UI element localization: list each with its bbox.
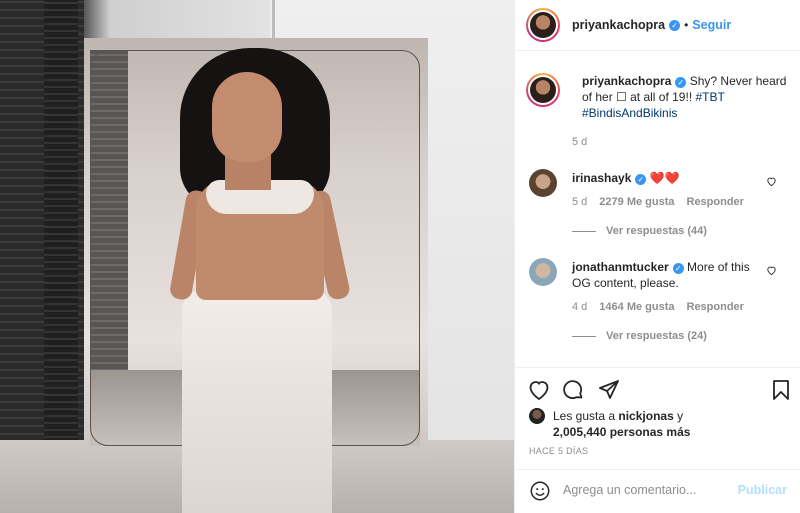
caption-text: priyankachopra ✓ Shy? Never heard of her …: [582, 73, 792, 121]
person-pants: [182, 290, 332, 513]
likes-count[interactable]: 2,005,440 personas más: [553, 425, 690, 439]
caption-avatar[interactable]: [526, 73, 560, 107]
likes-summary: Les gusta a nickjonas y 2,005,440 person…: [529, 408, 793, 440]
heart-icon[interactable]: [527, 378, 551, 402]
person-face: [212, 72, 282, 162]
header-username[interactable]: priyankachopra: [572, 18, 665, 32]
comment-likes[interactable]: 2279 Me gusta: [599, 196, 674, 208]
post-actions: Les gusta a nickjonas y 2,005,440 person…: [515, 367, 800, 513]
bookmark-icon[interactable]: [769, 378, 793, 402]
comments-list[interactable]: priyankachopra ✓ Shy? Never heard of her …: [515, 52, 800, 366]
add-comment-bar: Agrega un comentario... Publicar: [515, 469, 800, 513]
view-replies-button[interactable]: Ver respuestas (24): [572, 330, 707, 342]
comment-username[interactable]: irinashayk: [572, 171, 631, 185]
post-photo[interactable]: [0, 0, 514, 513]
action-icons: [527, 378, 793, 402]
emoji-icon[interactable]: [529, 480, 551, 502]
comment-icon[interactable]: [561, 378, 585, 402]
commenter-avatar[interactable]: [529, 169, 557, 197]
view-replies-label: Ver respuestas (24): [606, 330, 707, 342]
publish-button[interactable]: Publicar: [738, 483, 787, 497]
comment-username[interactable]: jonathanmtucker: [572, 260, 669, 274]
replies-divider: [572, 335, 596, 337]
comment-body: ❤️❤️: [649, 171, 680, 185]
comment-like-heart-icon[interactable]: [766, 176, 777, 190]
verified-icon: ✓: [672, 263, 684, 274]
post-timestamp: HACE 5 DÍAS: [529, 446, 589, 456]
commenter-avatar[interactable]: [529, 258, 557, 286]
hashtag-tbt[interactable]: #TBT: [696, 90, 725, 104]
liker-avatar[interactable]: [529, 408, 545, 424]
comment-text: jonathanmtucker ✓ More of this OG content…: [572, 259, 762, 291]
comment-likes[interactable]: 1464 Me gusta: [599, 301, 674, 313]
verified-icon: ✓: [635, 174, 647, 185]
view-replies-button[interactable]: Ver respuestas (44): [572, 225, 707, 237]
reply-button[interactable]: Responder: [687, 301, 744, 313]
caption: priyankachopra ✓ Shy? Never heard of her …: [526, 73, 792, 121]
likes-text: Les gusta a nickjonas y 2,005,440 person…: [553, 408, 793, 440]
comment-meta: 4 d 1464 Me gusta Responder: [572, 301, 744, 313]
caption-username[interactable]: priyankachopra: [582, 74, 671, 88]
verified-icon: ✓: [669, 19, 681, 31]
separator: •: [684, 18, 689, 32]
photo-shutter-shadow: [44, 0, 78, 513]
avatar[interactable]: [526, 8, 560, 42]
comment-input[interactable]: Agrega un comentario...: [563, 483, 696, 497]
avatar-image: [530, 12, 556, 38]
hashtag-bindis[interactable]: #BindisAndBikinis: [582, 106, 677, 120]
likes-prefix: Les gusta a: [553, 409, 616, 423]
likes-conj: y: [677, 409, 684, 423]
comment-like-heart-icon[interactable]: [766, 265, 777, 279]
comment-time: 5 d: [572, 196, 588, 208]
comment: jonathanmtucker ✓ More of this OG content…: [529, 258, 791, 291]
share-icon[interactable]: [597, 378, 621, 402]
comment-time: 4 d: [572, 301, 588, 313]
caption-time: 5 d: [572, 136, 588, 148]
liker-username[interactable]: nickjonas: [618, 409, 673, 423]
reply-button[interactable]: Responder: [687, 196, 744, 208]
follow-button[interactable]: Seguir: [692, 18, 731, 32]
comment-meta: 5 d 2279 Me gusta Responder: [572, 196, 744, 208]
verified-icon: ✓: [675, 77, 687, 88]
comment-text: irinashayk ✓ ❤️❤️: [572, 170, 762, 197]
replies-divider: [572, 230, 596, 232]
post-header: priyankachopra ✓ • Seguir: [515, 0, 800, 51]
view-replies-label: Ver respuestas (44): [606, 225, 707, 237]
comment: irinashayk ✓ ❤️❤️: [529, 169, 791, 197]
post-sidebar: priyankachopra ✓ • Seguir priyankachopra…: [514, 0, 800, 513]
